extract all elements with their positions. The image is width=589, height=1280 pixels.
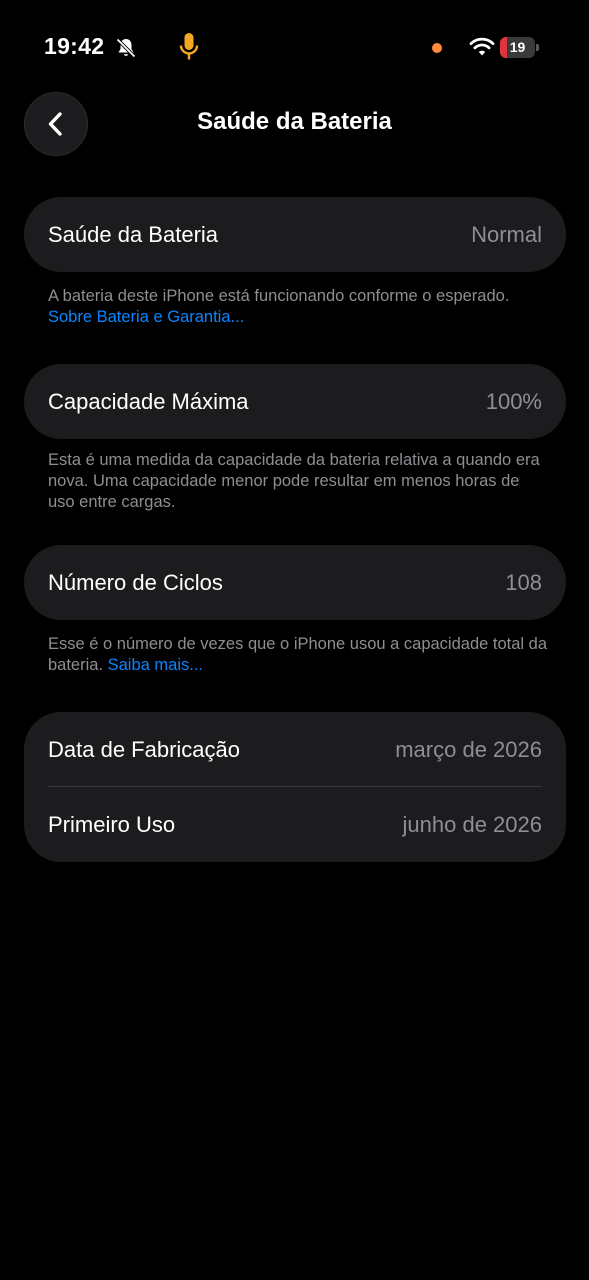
battery-cap [536, 44, 539, 51]
first-use-row: Primeiro Uso junho de 2026 [24, 787, 566, 862]
max-capacity-value: 100% [485, 389, 542, 414]
cycle-count-card: Número de Ciclos 108 [24, 545, 566, 620]
microphone-icon [179, 33, 199, 60]
battery-health-footnote: A bateria deste iPhone está funcionando … [48, 286, 548, 328]
privacy-indicator-dot [432, 43, 442, 53]
bell-slash-icon [116, 38, 136, 58]
battery-health-value: Normal [471, 222, 542, 247]
max-capacity-footnote: Esta é uma medida da capacidade da bater… [48, 451, 540, 511]
page-title: Saúde da Bateria [197, 108, 392, 135]
max-capacity-card: Capacidade Máxima 100% [24, 364, 566, 439]
battery-health-label: Saúde da Bateria [48, 222, 219, 247]
battery-health-screen: 19:42 19 Saúde da Bateria Saúde da Bater… [0, 0, 589, 1280]
cycle-count-row: Número de Ciclos 108 [24, 545, 566, 620]
max-capacity-label: Capacidade Máxima [48, 389, 249, 414]
dates-card: Data de Fabricação março de 2026 Primeir… [24, 712, 566, 862]
first-use-value: junho de 2026 [402, 812, 542, 837]
battery-percentage: 19 [509, 39, 526, 55]
battery-warranty-link[interactable]: Sobre Bateria e Garantia... [48, 308, 244, 326]
battery-health-card: Saúde da Bateria Normal [24, 197, 566, 272]
battery-health-description: A bateria deste iPhone está funcionando … [48, 287, 510, 305]
manufacture-date-label: Data de Fabricação [48, 737, 240, 762]
cycle-count-footnote: Esse é o número de vezes que o iPhone us… [48, 634, 548, 676]
cycle-count-value: 108 [505, 570, 542, 595]
cycle-count-label: Número de Ciclos [48, 570, 223, 595]
learn-more-link[interactable]: Saiba mais... [108, 656, 203, 674]
max-capacity-row: Capacidade Máxima 100% [24, 364, 566, 439]
status-bar: 19:42 19 [0, 0, 589, 96]
manufacture-date-value: março de 2026 [395, 737, 542, 762]
battery-health-row: Saúde da Bateria Normal [24, 197, 566, 272]
wifi-icon [469, 37, 495, 56]
battery-icon: 19 [500, 37, 540, 58]
status-time: 19:42 [44, 33, 105, 59]
first-use-label: Primeiro Uso [48, 812, 176, 837]
manufacture-date-row: Data de Fabricação março de 2026 [24, 712, 566, 787]
